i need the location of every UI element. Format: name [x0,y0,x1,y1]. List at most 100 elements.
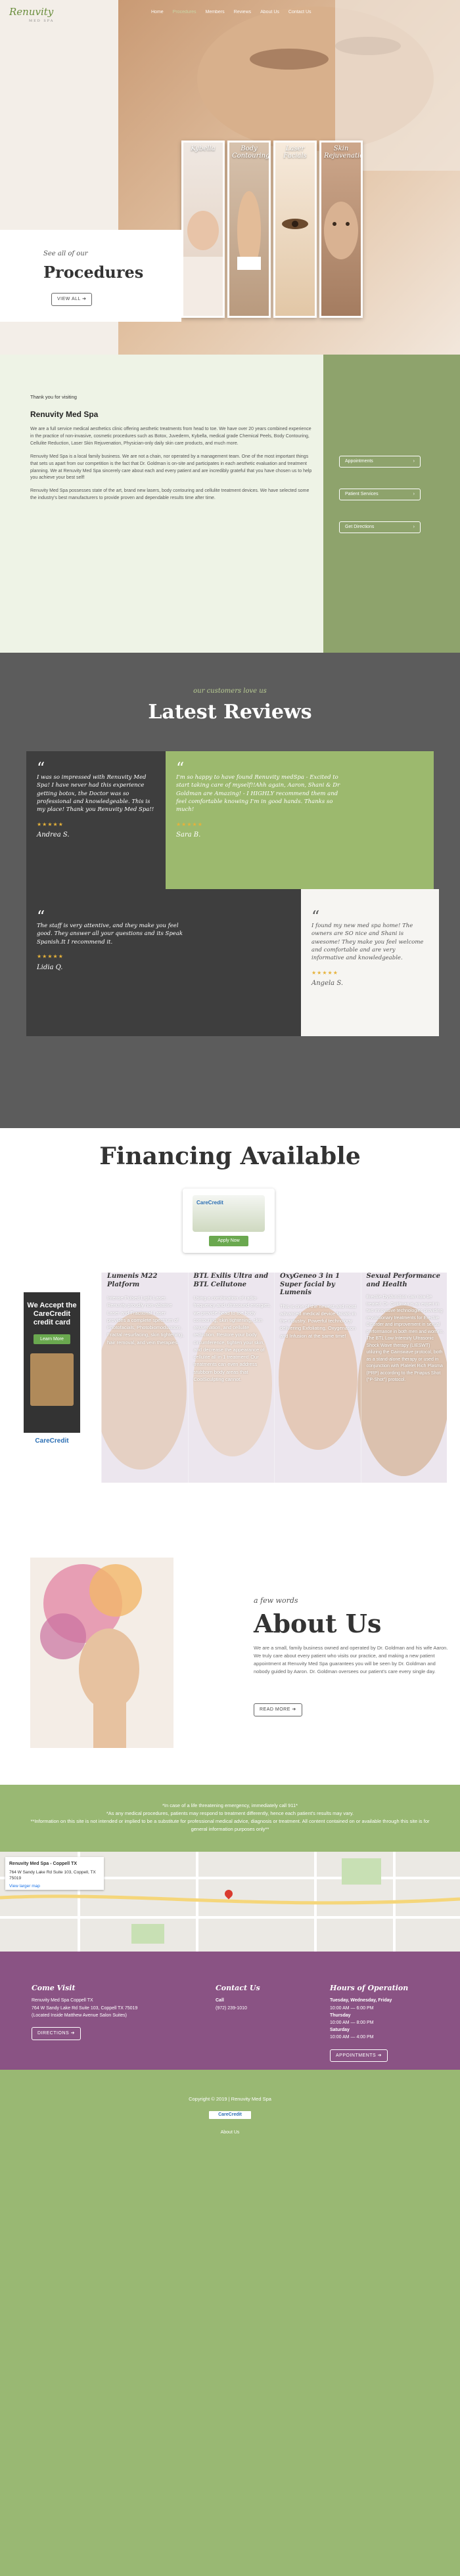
read-more-button[interactable]: READ MORE ➔ [254,1703,302,1716]
few-words-label: a few words [254,1596,298,1605]
footer-visit: Come Visit Renuvity Med Spa Coppell TX 7… [32,1983,163,2040]
intro-section: Thank you for visiting Renuvity Med Spa … [0,355,460,653]
footer-contact: Contact Us Call (972) 239-1010 [216,1983,308,2012]
financing-heading: Financing Available [99,1143,361,1170]
reviewer-name: Lidia Q. [37,963,63,971]
chevron-right-icon: › [413,525,415,530]
card-label: Skin Rejuvenation [324,145,361,160]
card-brand: CareCredit [193,1195,265,1232]
footer-about-link[interactable]: About Us [0,2129,460,2136]
button-label: Patient Services [345,492,379,497]
review-card: “ I found my new med spa home! The owner… [301,889,439,1036]
about-text: We are a small, family business owned an… [254,1645,448,1674]
get-directions-button[interactable]: Get Directions › [339,521,421,533]
about-heading: About Us [254,1609,382,1638]
eye-image [282,219,308,229]
patient-services-button[interactable]: Patient Services › [339,489,421,500]
treatment-text: Intense Pulsed Light Laser. Renuvity pro… [107,1295,184,1345]
procedures-callout: See all of our Procedures VIEW ALL ➔ [0,230,181,322]
review-text: I found my new med spa home! The owners … [311,923,424,962]
view-larger-map-link[interactable]: View larger map [9,1883,100,1889]
footer-hours: Hours of Operation Tuesday, Wednesday, F… [330,1983,442,2063]
nav-home[interactable]: Home [151,9,164,16]
view-all-label: VIEW ALL [57,297,81,301]
treatment-text: Using a combination of radio-frequency a… [193,1295,271,1382]
main-nav: Home Procedures Members Reviews About Us… [151,9,311,16]
appointments-button[interactable]: Appointments › [339,456,421,468]
carecredit-ad[interactable]: We Accept the CareCredit credit card Lea… [24,1292,80,1450]
reviewer-name: Andrea S. [37,831,70,839]
site-logo[interactable]: Renuvity MED SPA [9,5,54,24]
hours-days: Tuesday, Wednesday, Friday [330,1998,392,2003]
visit-line: Renuvity Med Spa Coppell TX [32,1998,93,2003]
treatment-column: BTL Exilis Ultra and BTL Cellutone Using… [187,1273,275,1483]
thanks-label: Thank you for visiting [30,394,77,400]
nav-members[interactable]: Members [205,9,224,16]
reviews-kicker: our customers love us [193,688,267,695]
hours-days: Saturday [330,2028,350,2033]
quote-icon: “ [176,759,185,777]
treatment-title: BTL Exilis Ultra and BTL Cellutone [193,1273,269,1288]
review-card: “ I was so impressed with Renuvity Med S… [26,751,166,889]
treatment-title: Sexual Performance and Health [366,1273,440,1288]
star-rating-icon: ★★★★★ [176,821,203,827]
nav-contact[interactable]: Contact Us [288,9,311,16]
map-embed[interactable]: Renuvity Med Spa - Coppell TX 764 W Sand… [0,1852,460,1952]
call-label: Call [216,1998,224,2003]
directions-label: DIRECTIONS [37,2030,70,2036]
copyright-bar: Copyright © 2019 | Renuvity Med Spa Care… [0,2070,460,2576]
hours-time: 10:00 AM — 6:00 PM [330,2005,374,2011]
view-all-button[interactable]: VIEW ALL ➔ [51,293,93,306]
map-info-card: Renuvity Med Spa - Coppell TX 764 W Sand… [5,1857,104,1890]
procedure-card-laser-facials[interactable]: Laser Facials [273,141,317,318]
directions-button[interactable]: DIRECTIONS ➔ [32,2026,81,2040]
treatment-text: This is one of the newest and most advan… [280,1303,356,1339]
procedure-card-body-contouring[interactable]: Body Contouring [227,141,271,318]
ad-title: We Accept the CareCredit credit card [27,1301,77,1327]
intro-text: Thank you for visiting Renuvity Med Spa … [30,394,314,508]
carecredit-footer-logo[interactable]: CareCredit [209,2110,251,2119]
treatment-column: OxyGeneo 3 in 1 Super facial by Lumenis … [274,1273,361,1483]
procedure-card-kybella[interactable]: Kybella [181,141,225,318]
appointments-footer-button[interactable]: APPOINTMENTS ➔ [330,2049,388,2063]
card-label: Kybella [191,145,216,152]
button-label: Get Directions [345,525,375,530]
ad-image [30,1353,74,1407]
hours-title: Hours of Operation [330,1984,409,1992]
disclaimer-line: **Information on this site is not intend… [30,1818,430,1832]
about-section: a few words About Us We are a small, fam… [0,1509,460,1785]
visit-line: (Located Inside Matthew Avenue Salon Sui… [32,2013,127,2018]
copyright-text: Copyright © 2019 | Renuvity Med Spa [189,2096,271,2102]
procedure-cards: Kybella Body Contouring Laser Facials Sk… [181,141,363,318]
footer: Come Visit Renuvity Med Spa Coppell TX 7… [0,1952,460,2070]
visit-line: 764 W Sandy Lake Rd Suite 103, Coppell T… [32,2005,138,2011]
reviewer-name: Angela S. [311,980,343,988]
arrow-circle-icon: ➔ [292,1707,296,1712]
review-text: The staff is very attentive, and they ma… [37,923,183,946]
learn-more-button[interactable]: Learn More [34,1334,70,1345]
read-more-label: READ MORE [260,1707,290,1712]
apply-now-button[interactable]: Apply Now [209,1236,248,1246]
carecredit-logo: CareCredit [24,1433,80,1450]
procedure-card-skin-rejuvenation[interactable]: Skin Rejuvenation [319,141,363,318]
body-image [237,191,261,270]
nav-about[interactable]: About Us [260,9,279,16]
intro-paragraph: Renuvity Med Spa is a local family busin… [30,454,312,481]
about-image [30,1558,173,1748]
face-image [324,202,358,259]
intro-paragraph: Renuvity Med Spa possesses state of the … [30,489,310,501]
hours-days: Thursday [330,2013,351,2018]
review-card: “ The staff is very attentive, and they … [26,889,301,1036]
intro-paragraph: We are a full service medical aesthetics… [30,427,311,446]
phone-number[interactable]: (972) 239-1010 [216,2005,308,2012]
kybella-face-image [183,211,223,316]
visit-title: Come Visit [32,1984,76,1992]
carecredit-card-image[interactable]: CareCredit Apply Now [183,1189,275,1253]
nav-reviews[interactable]: Reviews [234,9,251,16]
hours-time: 10:00 AM — 4:00 PM [330,2035,374,2040]
treatment-text: Erectile Dysfunction can now be treated.… [366,1295,444,1382]
appointments-label: APPOINTMENTS [336,2053,377,2058]
nav-procedures[interactable]: Procedures [173,9,196,16]
star-rating-icon: ★★★★★ [311,969,338,976]
reviews-heading: Latest Reviews [148,701,312,724]
